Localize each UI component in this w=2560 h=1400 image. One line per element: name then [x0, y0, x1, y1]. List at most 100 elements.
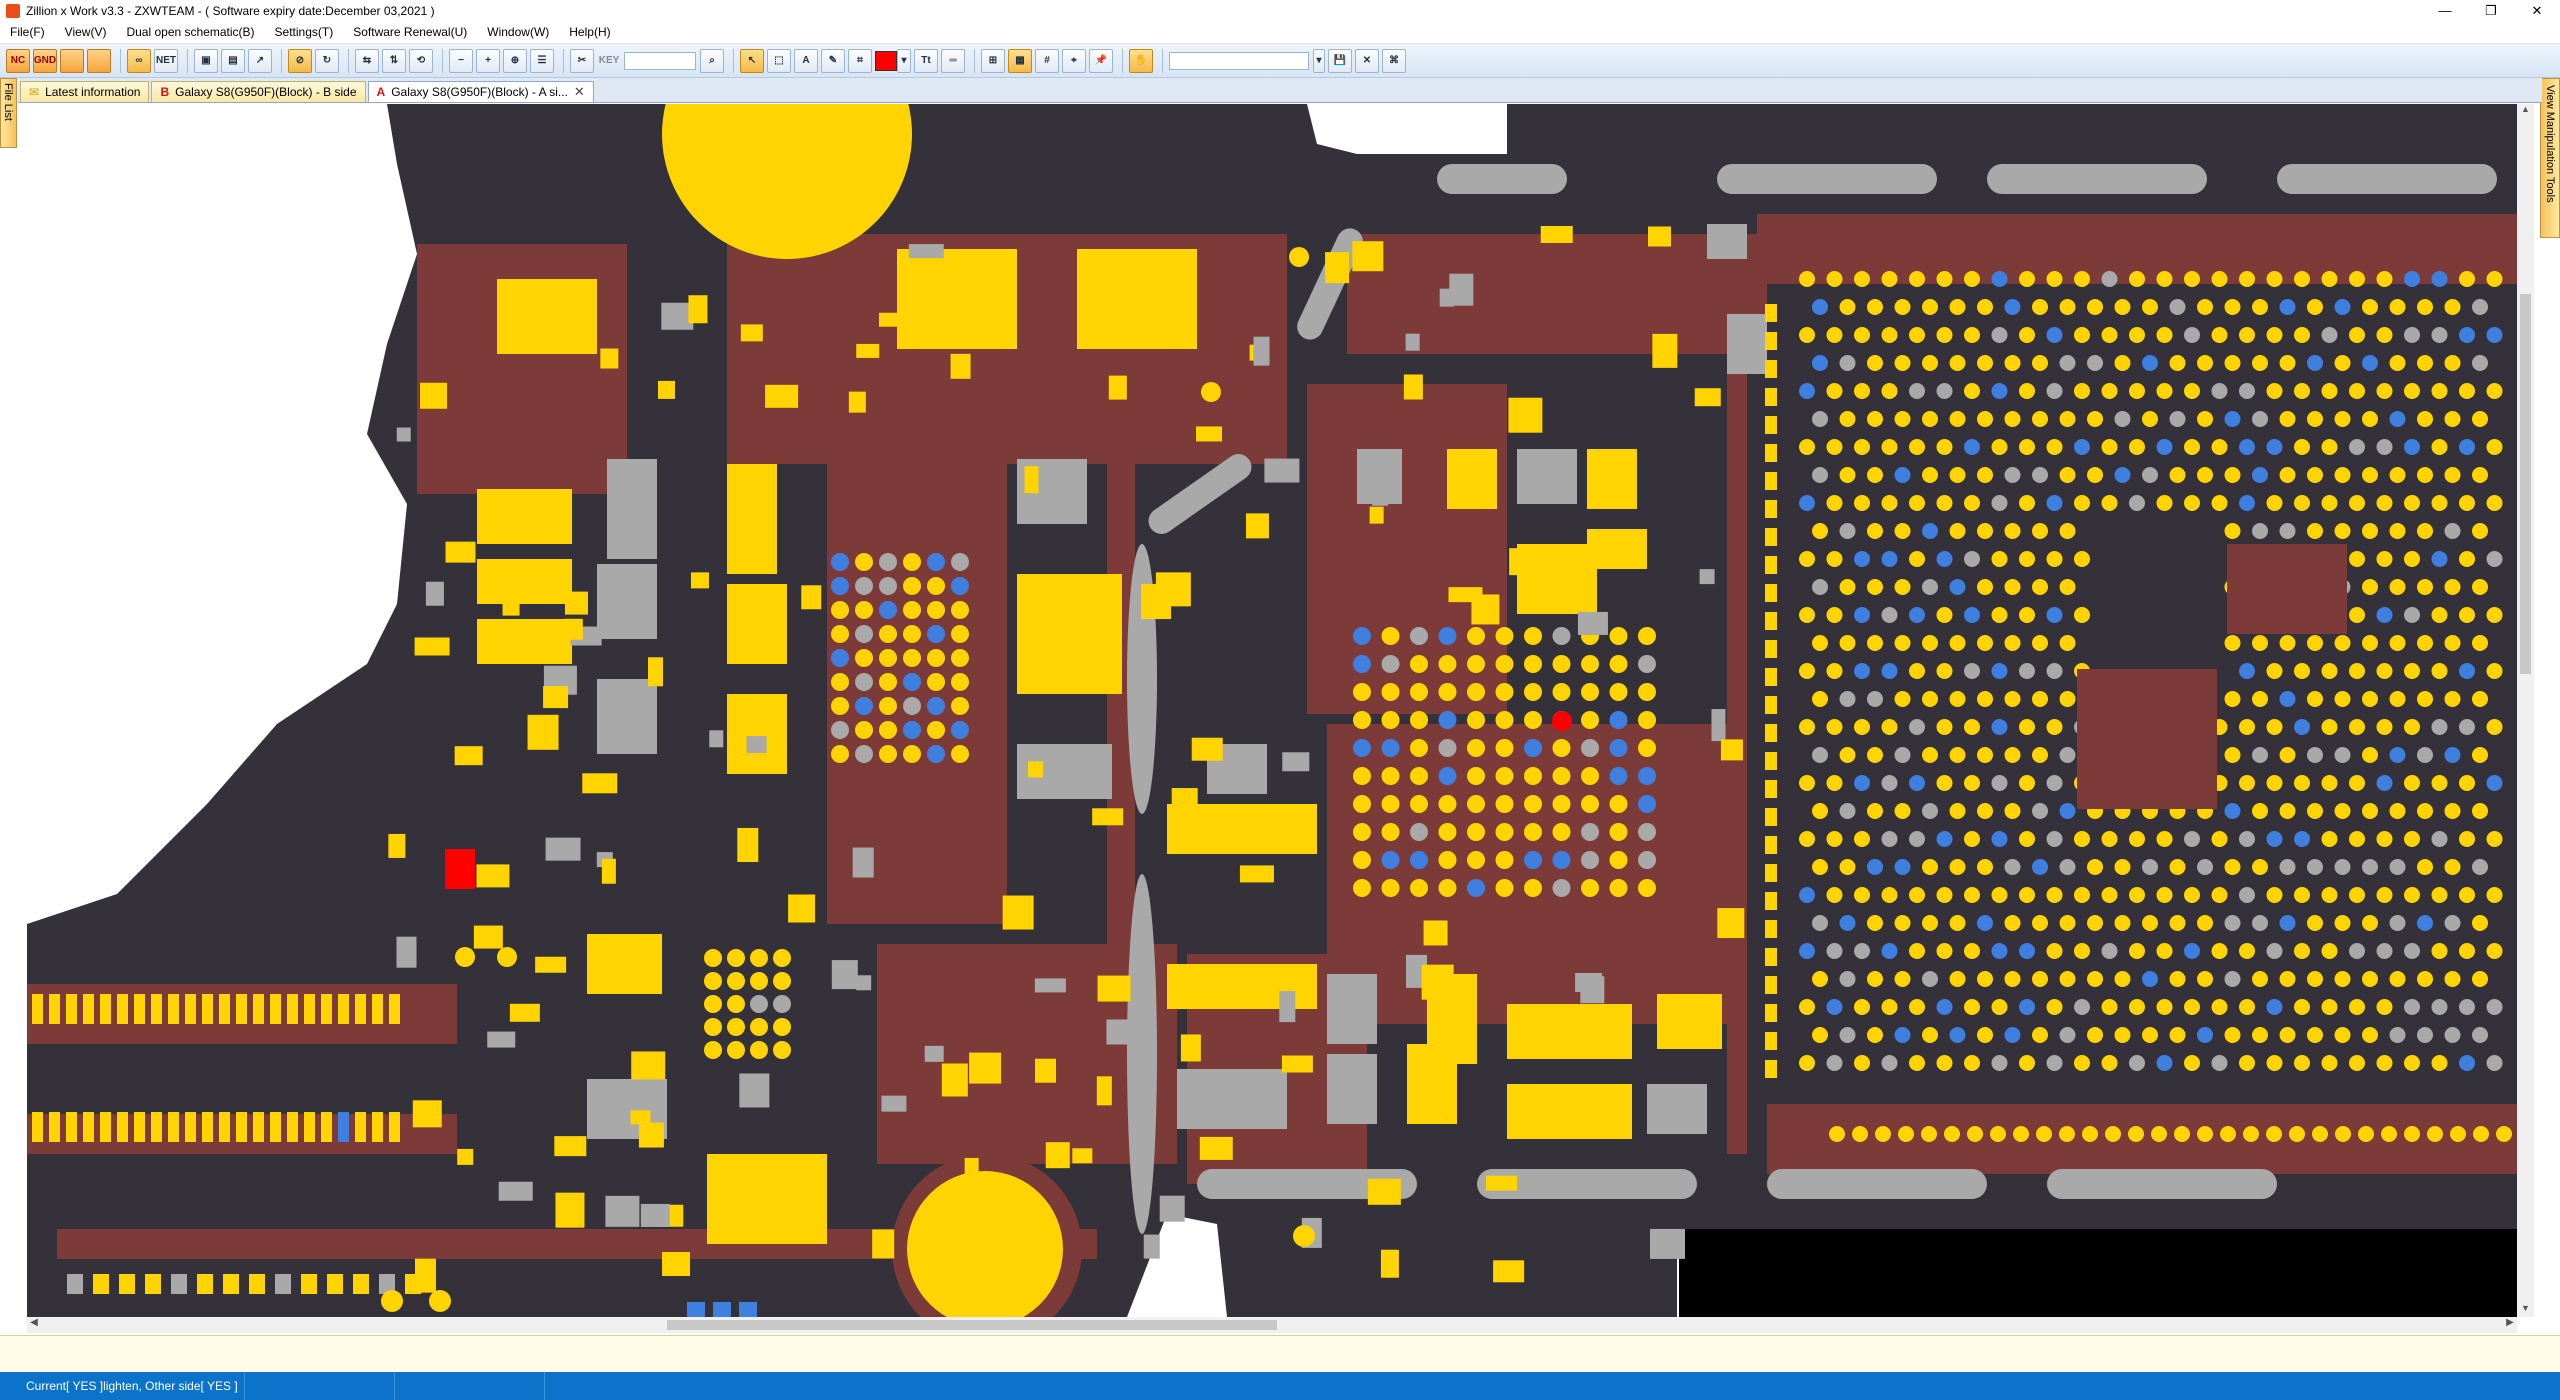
bga-ball[interactable] [2211, 495, 2228, 511]
bga-ball[interactable] [750, 949, 768, 967]
bga-ball[interactable] [2004, 411, 2021, 427]
bga-ball[interactable] [1867, 803, 1883, 819]
edge-pad[interactable] [1765, 1004, 1777, 1022]
bga-ball[interactable] [1552, 823, 1571, 841]
bga-ball[interactable] [1909, 719, 1925, 735]
bga-ball[interactable] [2059, 579, 2076, 595]
bga-ball[interactable] [2404, 1055, 2420, 1071]
connector-pad[interactable] [185, 994, 196, 1024]
passive-pad[interactable] [964, 1157, 979, 1177]
bga-ball[interactable] [2032, 915, 2048, 931]
bga-ball[interactable] [1991, 831, 2008, 847]
bga-ball[interactable] [1894, 691, 1911, 707]
passive-pad[interactable] [301, 1274, 317, 1294]
bga-ball[interactable] [2362, 915, 2378, 931]
bga-ball[interactable] [1799, 271, 1815, 287]
bga-ball[interactable] [2046, 439, 2063, 455]
bga-ball[interactable] [1381, 767, 1400, 785]
test-point[interactable] [1201, 382, 1221, 402]
bga-ball[interactable] [951, 697, 969, 715]
connector-pad[interactable] [49, 994, 60, 1024]
bga-ball[interactable] [2279, 915, 2296, 931]
bga-ball[interactable] [2197, 411, 2213, 427]
bga-ball[interactable] [2004, 635, 2021, 651]
bga-ball[interactable] [1609, 683, 1628, 701]
connector-pad[interactable] [219, 994, 230, 1024]
bga-ball[interactable] [1353, 739, 1371, 757]
bga-ball[interactable] [2321, 327, 2338, 343]
edge-pad[interactable] [1765, 1032, 1777, 1050]
bga-ball[interactable] [2307, 635, 2323, 651]
bga-ball[interactable] [1609, 627, 1628, 645]
bga-ball[interactable] [2334, 971, 2351, 987]
area-select-icon[interactable]: ⬚ [767, 48, 791, 73]
bga-ball[interactable] [1894, 299, 1911, 315]
bga-ball[interactable] [2349, 719, 2365, 735]
bga-ball[interactable] [1909, 775, 1925, 791]
measure-icon[interactable]: ⌘ [1382, 48, 1406, 73]
passive-pad[interactable] [445, 541, 476, 563]
bga-ball[interactable] [2129, 943, 2145, 959]
bga-ball[interactable] [2101, 887, 2118, 903]
bga-ball[interactable] [2417, 467, 2433, 483]
bga-ball[interactable] [2334, 803, 2351, 819]
bga-ball[interactable] [1964, 495, 1980, 511]
bga-ball[interactable] [2417, 859, 2433, 875]
passive-pad[interactable] [473, 925, 503, 949]
bga-ball[interactable] [2389, 859, 2406, 875]
bga-ball[interactable] [1812, 467, 1828, 483]
bga-ball[interactable] [2444, 299, 2461, 315]
bga-ball[interactable] [2224, 691, 2241, 707]
save-icon[interactable]: 💾 [1328, 48, 1352, 73]
edge-pad[interactable] [2151, 1126, 2167, 1142]
passive-pad[interactable] [171, 1274, 187, 1294]
bga-ball[interactable] [2279, 355, 2296, 371]
bga-ball[interactable] [1839, 691, 1856, 707]
bga-ball[interactable] [2129, 831, 2145, 847]
passive-pad[interactable] [1717, 908, 1745, 939]
bga-ball[interactable] [2266, 271, 2283, 287]
bga-ball[interactable] [2059, 635, 2076, 651]
key-search-input[interactable] [624, 51, 696, 70]
tab-a-side[interactable]: A Galaxy S8(G950F)(Block) - A si... ✕ [367, 81, 594, 102]
bga-ball[interactable] [1909, 271, 1925, 287]
bga-ball[interactable] [2444, 747, 2461, 763]
line-style-icon[interactable]: ═ [941, 48, 965, 73]
menu-view[interactable]: View(V) [55, 25, 117, 39]
connector-pad[interactable] [66, 1112, 77, 1142]
bga-ball[interactable] [2459, 495, 2475, 511]
bga-ball[interactable] [1826, 327, 1843, 343]
bga-ball[interactable] [2404, 943, 2420, 959]
connector-pad[interactable] [372, 1112, 383, 1142]
bga-ball[interactable] [1949, 803, 1966, 819]
passive-pad[interactable] [498, 1181, 533, 1201]
bga-ball[interactable] [2074, 383, 2090, 399]
bga-ball[interactable] [1812, 635, 1828, 651]
bga-ball[interactable] [727, 949, 745, 967]
bga-ball[interactable] [1991, 1055, 2008, 1071]
edge-pad[interactable] [2335, 1126, 2351, 1142]
connector-pad[interactable] [270, 994, 281, 1024]
connector-pad[interactable] [304, 1112, 315, 1142]
bga-ball[interactable] [1839, 915, 1856, 931]
bga-ball[interactable] [1839, 411, 1856, 427]
bga-ball[interactable] [2046, 551, 2063, 567]
edge-pad[interactable] [1852, 1126, 1868, 1142]
panel-a-icon[interactable] [60, 48, 84, 73]
bga-ball[interactable] [2239, 831, 2255, 847]
bga-ball[interactable] [2019, 607, 2035, 623]
passive-pad[interactable] [631, 1051, 666, 1080]
passive-pad[interactable] [852, 847, 874, 878]
edge-pad[interactable] [1990, 1126, 2006, 1142]
bga-ball[interactable] [1909, 607, 1925, 623]
edge-pad[interactable] [2266, 1126, 2282, 1142]
connector-pad[interactable] [151, 1112, 162, 1142]
bga-ball[interactable] [2184, 383, 2200, 399]
bga-ball[interactable] [2279, 859, 2296, 875]
connector-pad[interactable] [49, 1112, 60, 1142]
bga-ball[interactable] [1949, 299, 1966, 315]
bga-ball[interactable] [750, 1018, 768, 1036]
bga-ball[interactable] [2224, 1027, 2241, 1043]
bga-ball[interactable] [1854, 943, 1870, 959]
bga-ball[interactable] [2239, 439, 2255, 455]
